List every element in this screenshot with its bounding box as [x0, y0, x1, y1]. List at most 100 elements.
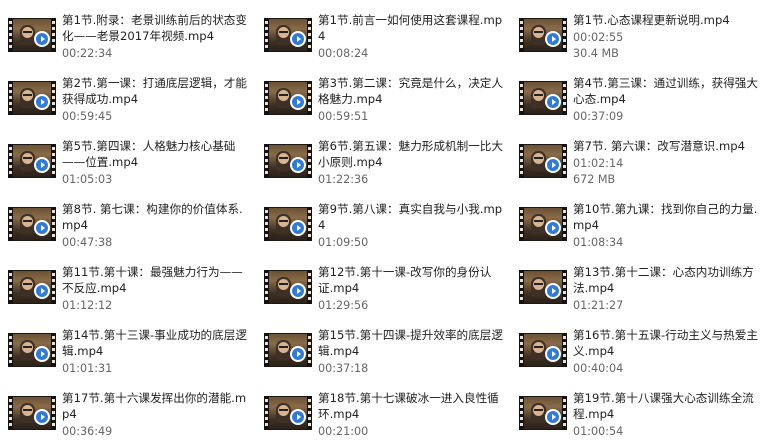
file-item[interactable]: 第11节.第十课：最强魅力行为——不反应.mp4 01:12:12 — [0, 258, 256, 321]
film-perforation — [51, 270, 56, 304]
file-name[interactable]: 第15节.第十四课-提升效率的底层逻辑.mp4 — [318, 327, 503, 359]
play-icon — [34, 283, 50, 299]
file-item[interactable]: 第9节.第八课：真实自我与小我.mp4 01:09:50 — [256, 195, 511, 258]
file-duration: 00:08:24 — [318, 47, 369, 60]
presenter-glasses — [279, 346, 288, 348]
file-name[interactable]: 第6节.第五课：魅力形成机制一比大小原则.mp4 — [318, 138, 503, 170]
file-duration: 00:21:00 — [318, 425, 369, 438]
film-perforation — [307, 396, 312, 430]
file-info: 第13节.第十二课：心态内功训练方法.mp4 01:21:27 — [573, 264, 758, 314]
file-name[interactable]: 第2节.第一课：打通底层逻辑，才能获得成功.mp4 — [62, 75, 247, 107]
file-item[interactable]: 第6节.第五课：魅力形成机制一比大小原则.mp4 01:22:36 — [256, 132, 511, 195]
file-item[interactable]: 第1节.附录：老景训练前后的状态变化——老景2017年视频.mp4 00:22:3… — [0, 6, 256, 69]
file-duration: 00:47:38 — [62, 236, 113, 249]
play-icon — [290, 220, 306, 236]
file-name[interactable]: 第1节.心态课程更新说明.mp4 — [573, 12, 758, 28]
presenter-glasses — [23, 283, 32, 285]
film-perforation — [562, 18, 567, 52]
file-info: 第19节.第十八课强大心态训练全流程.mp4 01:00:54 — [573, 390, 758, 440]
file-duration: 01:22:36 — [318, 173, 369, 186]
file-grid: 第1节.附录：老景训练前后的状态变化——老景2017年视频.mp4 00:22:3… — [0, 0, 773, 444]
play-icon — [545, 283, 561, 299]
presenter-glasses — [279, 94, 288, 96]
presenter-glasses — [279, 157, 288, 159]
file-info: 第9节.第八课：真实自我与小我.mp4 01:09:50 — [318, 201, 503, 251]
play-icon — [545, 409, 561, 425]
presenter-glasses — [23, 31, 32, 33]
presenter-glasses — [23, 409, 32, 411]
presenter-glasses — [23, 94, 32, 96]
file-name[interactable]: 第18节.第十七课破冰一进入良性循环.mp4 — [318, 390, 503, 422]
file-item[interactable]: 第10节.第九课：找到你自己的力量.mp4 01:08:34 — [511, 195, 773, 258]
file-size: 30.4 MB — [573, 47, 619, 60]
file-name[interactable]: 第11节.第十课：最强魅力行为——不反应.mp4 — [62, 264, 247, 296]
file-duration: 00:37:18 — [318, 362, 369, 375]
file-duration: 01:29:56 — [318, 299, 369, 312]
play-icon — [545, 220, 561, 236]
file-item[interactable]: 第3节.第二课：究竟是什么，决定人格魅力.mp4 00:59:51 — [256, 69, 511, 132]
file-duration: 00:22:34 — [62, 47, 113, 60]
file-name[interactable]: 第4节.第三课：通过训练，获得强大心态.mp4 — [573, 75, 758, 107]
film-perforation — [562, 333, 567, 367]
file-info: 第1节.附录：老景训练前后的状态变化——老景2017年视频.mp4 00:22:3… — [62, 12, 247, 62]
play-icon — [545, 157, 561, 173]
file-duration: 01:09:50 — [318, 236, 369, 249]
presenter-glasses — [534, 31, 543, 33]
file-name[interactable]: 第8节. 第七课：构建你的价值体系.mp4 — [62, 201, 247, 233]
file-item[interactable]: 第1节.前言一如何使用这套课程.mp4 00:08:24 — [256, 6, 511, 69]
presenter-glasses — [23, 157, 32, 159]
file-item[interactable]: 第12节.第十一课-改写你的身份认证.mp4 01:29:56 — [256, 258, 511, 321]
file-info: 第8节. 第七课：构建你的价值体系.mp4 00:47:38 — [62, 201, 247, 251]
file-info: 第6节.第五课：魅力形成机制一比大小原则.mp4 01:22:36 — [318, 138, 503, 188]
file-info: 第1节.前言一如何使用这套课程.mp4 00:08:24 — [318, 12, 503, 62]
file-name[interactable]: 第1节.前言一如何使用这套课程.mp4 — [318, 12, 503, 44]
file-item[interactable]: 第17节.第十六课发挥出你的潜能.mp4 00:36:49 — [0, 384, 256, 447]
file-name[interactable]: 第13节.第十二课：心态内功训练方法.mp4 — [573, 264, 758, 296]
file-item[interactable]: 第16节.第十五课-行动主义与热爱主义.mp4 00:40:04 — [511, 321, 773, 384]
file-name[interactable]: 第16节.第十五课-行动主义与热爱主义.mp4 — [573, 327, 758, 359]
file-name[interactable]: 第10节.第九课：找到你自己的力量.mp4 — [573, 201, 758, 233]
play-icon — [290, 283, 306, 299]
file-name[interactable]: 第9节.第八课：真实自我与小我.mp4 — [318, 201, 503, 233]
file-item[interactable]: 第7节. 第六课：改写潜意识.mp4 01:02:14 672 MB — [511, 132, 773, 195]
file-duration: 01:12:12 — [62, 299, 113, 312]
file-item[interactable]: 第18节.第十七课破冰一进入良性循环.mp4 00:21:00 — [256, 384, 511, 447]
play-icon — [290, 31, 306, 47]
play-icon — [290, 94, 306, 110]
file-name[interactable]: 第17节.第十六课发挥出你的潜能.mp4 — [62, 390, 247, 422]
file-item[interactable]: 第19节.第十八课强大心态训练全流程.mp4 01:00:54 — [511, 384, 773, 447]
film-perforation — [51, 333, 56, 367]
file-name[interactable]: 第19节.第十八课强大心态训练全流程.mp4 — [573, 390, 758, 422]
file-item[interactable]: 第15节.第十四课-提升效率的底层逻辑.mp4 00:37:18 — [256, 321, 511, 384]
play-icon — [545, 94, 561, 110]
file-item[interactable]: 第8节. 第七课：构建你的价值体系.mp4 00:47:38 — [0, 195, 256, 258]
file-item[interactable]: 第4节.第三课：通过训练，获得强大心态.mp4 00:37:09 — [511, 69, 773, 132]
file-name[interactable]: 第7节. 第六课：改写潜意识.mp4 — [573, 138, 758, 154]
file-duration: 00:40:04 — [573, 362, 624, 375]
play-icon — [545, 31, 561, 47]
file-item[interactable]: 第2节.第一课：打通底层逻辑，才能获得成功.mp4 00:59:45 — [0, 69, 256, 132]
file-name[interactable]: 第3节.第二课：究竟是什么，决定人格魅力.mp4 — [318, 75, 503, 107]
file-info: 第14节.第十三课-事业成功的底层逻辑.mp4 01:01:31 — [62, 327, 247, 377]
play-icon — [290, 157, 306, 173]
play-icon — [34, 31, 50, 47]
presenter-glasses — [534, 220, 543, 222]
file-info: 第18节.第十七课破冰一进入良性循环.mp4 00:21:00 — [318, 390, 503, 440]
file-info: 第4节.第三课：通过训练，获得强大心态.mp4 00:37:09 — [573, 75, 758, 125]
file-item[interactable]: 第14节.第十三课-事业成功的底层逻辑.mp4 01:01:31 — [0, 321, 256, 384]
file-name[interactable]: 第12节.第十一课-改写你的身份认证.mp4 — [318, 264, 503, 296]
file-item[interactable]: 第13节.第十二课：心态内功训练方法.mp4 01:21:27 — [511, 258, 773, 321]
file-name[interactable]: 第1节.附录：老景训练前后的状态变化——老景2017年视频.mp4 — [62, 12, 247, 44]
file-info: 第5节.第四课：人格魅力核心基础——位置.mp4 01:05:03 — [62, 138, 247, 188]
film-perforation — [307, 207, 312, 241]
file-duration: 00:02:55 — [573, 31, 624, 44]
file-name[interactable]: 第5节.第四课：人格魅力核心基础——位置.mp4 — [62, 138, 247, 170]
file-item[interactable]: 第1节.心态课程更新说明.mp4 00:02:55 30.4 MB — [511, 6, 773, 69]
file-item[interactable]: 第5节.第四课：人格魅力核心基础——位置.mp4 01:05:03 — [0, 132, 256, 195]
play-icon — [34, 94, 50, 110]
file-duration: 00:59:51 — [318, 110, 369, 123]
file-info: 第17节.第十六课发挥出你的潜能.mp4 00:36:49 — [62, 390, 247, 440]
file-name[interactable]: 第14节.第十三课-事业成功的底层逻辑.mp4 — [62, 327, 247, 359]
play-icon — [34, 346, 50, 362]
file-info: 第7节. 第六课：改写潜意识.mp4 01:02:14 672 MB — [573, 138, 758, 188]
